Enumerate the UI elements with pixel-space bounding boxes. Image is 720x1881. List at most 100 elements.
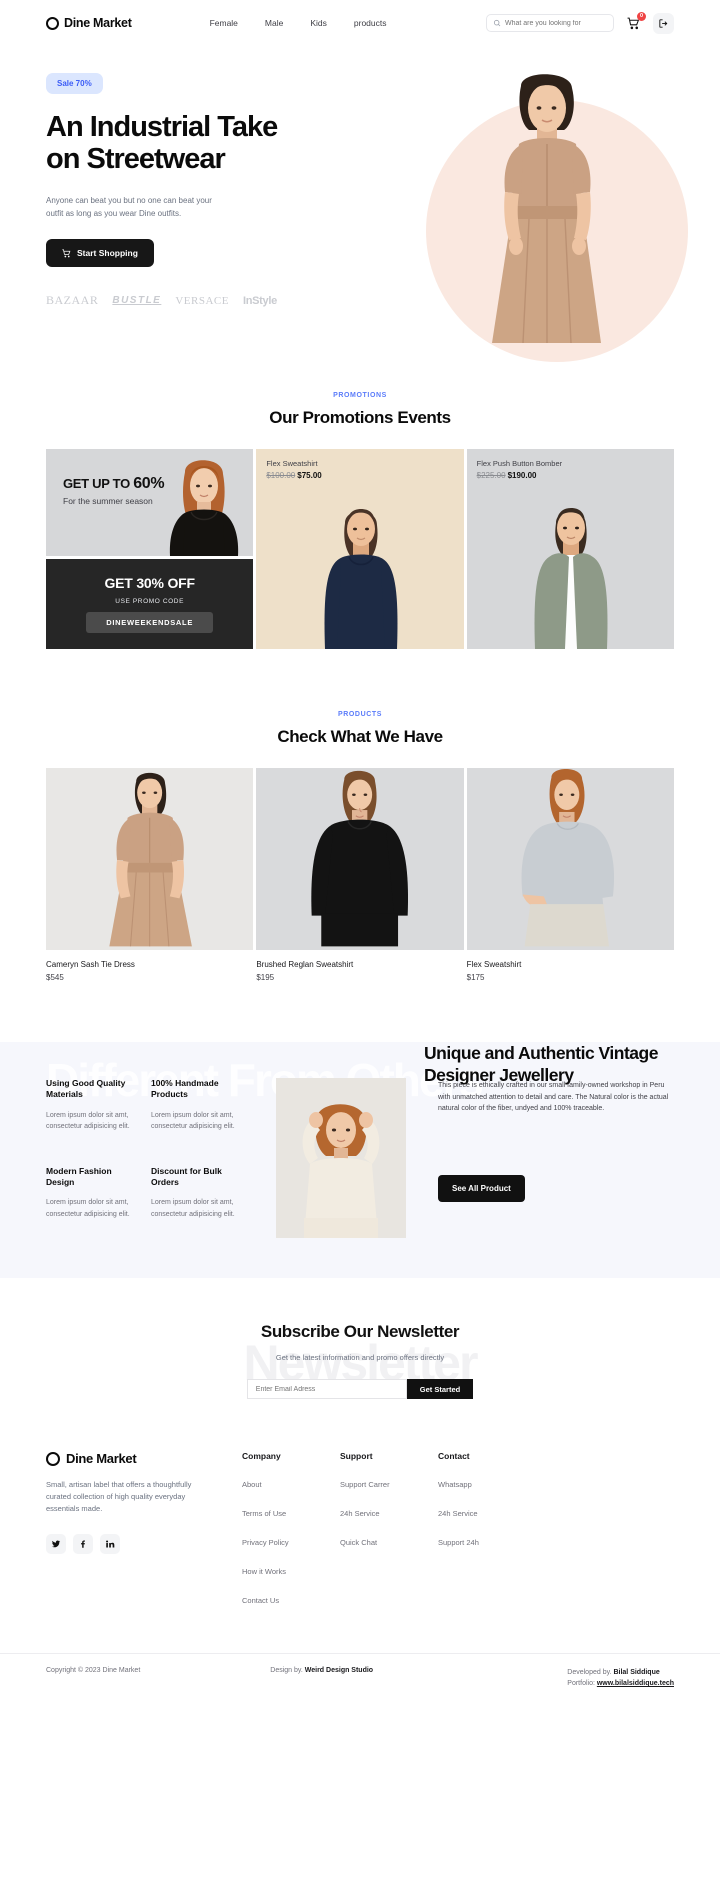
promotions-section: PROMOTIONS Our Promotions Events GET UP … [0,392,720,649]
promo-product-prices: $225.00 $190.00 [477,471,674,480]
jewellery-model-image [276,1078,406,1238]
footer-description: Small, artisan label that offers a thoug… [46,1480,192,1514]
promo-product-name: Flex Push Button Bomber [476,459,563,468]
product-card[interactable]: Flex Sweatshirt $175 [466,768,674,982]
cart-button[interactable]: 0 [623,11,646,34]
product-image [466,768,674,950]
promo-old-price: $100.00 [266,471,296,480]
list-item: How it Works [242,1561,340,1579]
jewellery-content: Using Good Quality Materials Lorem ipsum… [46,1078,674,1238]
products-section: PRODUCTS Check What We Have Cameryn Sash… [0,711,720,982]
product-card[interactable]: Cameryn Sash Tie Dress $545 [46,768,254,982]
promo-model-image [324,509,398,649]
footer-link-support-carrer[interactable]: Support Carrer [340,1480,390,1489]
footer-column-title: Contact [438,1451,470,1461]
footer-column-contact: Contact Whatsapp 24h Service Support 24h [438,1451,674,1619]
list-item: Whatsapp [438,1474,674,1492]
hero-subtitle: Anyone can beat you but no one can beat … [46,195,212,219]
promotions-grid: GET UP TO 60% For the summer season GET … [46,449,674,649]
site-footer: Dine Market Small, artisan label that of… [0,1451,720,1619]
facebook-link[interactable] [73,1534,93,1555]
newsletter-title: Subscribe Our Newsletter [260,1322,460,1341]
footer-column-support: Support Support Carrer 24h Service Quick… [340,1451,438,1619]
twitter-link[interactable] [46,1534,66,1555]
footer-brand-column: Dine Market Small, artisan label that of… [46,1451,242,1619]
feature-desc: Lorem ipsum dolor sit amt, consectetur a… [151,1111,235,1131]
nav-item-male[interactable]: Male [265,18,283,28]
promo-code-card: GET 30% OFF USE PROMO CODE DINEWEEKENDSA… [46,559,254,649]
product-price: $545 [46,973,64,982]
footer-link-support-24h[interactable]: Support 24h [438,1538,479,1547]
design-prefix: Design by. [270,1667,305,1674]
footer-link-terms[interactable]: Terms of Use [242,1509,286,1518]
footer-logo[interactable]: Dine Market [46,1451,242,1466]
footer-link-quick-chat[interactable]: Quick Chat [340,1538,377,1547]
site-header: Dine Market Female Male Kids products 0 [0,0,720,46]
design-studio-name: Weird Design Studio [304,1667,374,1674]
footer-link-how-it-works[interactable]: How it Works [242,1567,286,1576]
cart-count-badge: 0 [637,11,646,21]
newsletter-email-input[interactable] [246,1379,407,1399]
list-item: 24h Service [438,1503,674,1521]
search-input[interactable] [505,19,607,27]
footer-link-list: Support Carrer 24h Service Quick Chat [340,1474,438,1550]
product-card[interactable]: Brushed Reglan Sweatshirt $195 [256,768,464,982]
nav-item-products[interactable]: products [354,18,387,28]
promo-product-card-2[interactable]: Flex Push Button Bomber $225.00 $190.00 [466,449,674,649]
promo-use-label: USE PROMO CODE [115,598,185,605]
nav-item-female[interactable]: Female [210,18,238,28]
feature-item: Discount for Bulk Orders Lorem ipsum dol… [151,1166,244,1239]
list-item: Support 24h [438,1532,674,1550]
newsletter-subtitle: Get the latest information and promo off… [275,1353,445,1362]
list-item: 24h Service [340,1503,438,1521]
login-button[interactable] [653,12,674,34]
list-item: Quick Chat [340,1532,438,1550]
brand-logo[interactable]: Dine Market [46,16,132,30]
promotions-title: Our Promotions Events [269,408,451,427]
footer-link-about[interactable]: About [242,1480,262,1489]
feature-desc: Lorem ipsum dolor sit amt, consectetur a… [46,1111,130,1131]
footer-column-company: Company About Terms of Use Privacy Polic… [242,1451,340,1619]
feature-title: Discount for Bulk Orders [151,1165,222,1187]
developer-line: Developed by. Bilal Siddique [567,1667,674,1678]
promo-discount-card[interactable]: GET UP TO 60% For the summer season [46,449,254,556]
feature-desc: Lorem ipsum dolor sit amt, consectetur a… [151,1199,235,1218]
promo-new-price: $190.00 [507,471,537,480]
login-icon [659,18,668,28]
hero-title: An Industrial Take on Streetwear [46,111,278,176]
footer-link-privacy[interactable]: Privacy Policy [242,1538,289,1547]
promo-model-image [534,508,608,649]
feature-title: Using Good Quality Materials [46,1078,126,1100]
promo-model-image [170,460,239,556]
logo-instyle: InStyle [242,294,277,307]
logo-bustle: BUSTLE [112,295,162,307]
promo-new-price: $75.00 [297,471,322,480]
promo-product-prices: $100.00 $75.00 [266,471,463,480]
linkedin-link[interactable] [100,1534,120,1555]
search-box[interactable] [486,14,614,32]
footer-link-24h-service-contact[interactable]: 24h Service [438,1509,478,1518]
feature-item: Modern Fashion Design Lorem ipsum dolor … [46,1166,139,1239]
feature-title: Modern Fashion Design [46,1165,112,1187]
cart-icon [62,249,71,258]
nav-item-kids[interactable]: Kids [310,18,327,28]
design-credit: Design by. Weird Design Studio [270,1667,373,1674]
features-grid: Using Good Quality Materials Lorem ipsum… [46,1078,244,1238]
footer-link-24h-service[interactable]: 24h Service [340,1509,380,1518]
see-all-product-button[interactable]: See All Product [438,1174,525,1202]
start-shopping-button[interactable]: Start Shopping [46,239,154,268]
hero-artwork [404,68,688,362]
footer-link-whatsapp[interactable]: Whatsapp [438,1480,472,1489]
promo-product-card-1[interactable]: Flex Sweatshirt $100.00 $75.00 [256,449,464,649]
product-image [256,768,464,950]
newsletter-section: Newsletter Subscribe Our Newsletter Get … [0,1278,720,1399]
developer-credit: Developed by. Bilal Siddique Portfolio: … [567,1667,674,1689]
promo-code-button[interactable]: DINEWEEKENDSALE [86,612,214,633]
products-title: Check What We Have [277,727,443,746]
linkedin-icon [106,1540,115,1548]
list-item: Contact Us [242,1590,340,1608]
portfolio-link[interactable]: www.bilalsiddique.tech [597,1680,674,1687]
feature-desc: Lorem ipsum dolor sit amt, consectetur a… [46,1199,130,1218]
newsletter-submit-button[interactable]: Get Started [406,1379,474,1399]
footer-link-contact-us[interactable]: Contact Us [242,1596,279,1605]
